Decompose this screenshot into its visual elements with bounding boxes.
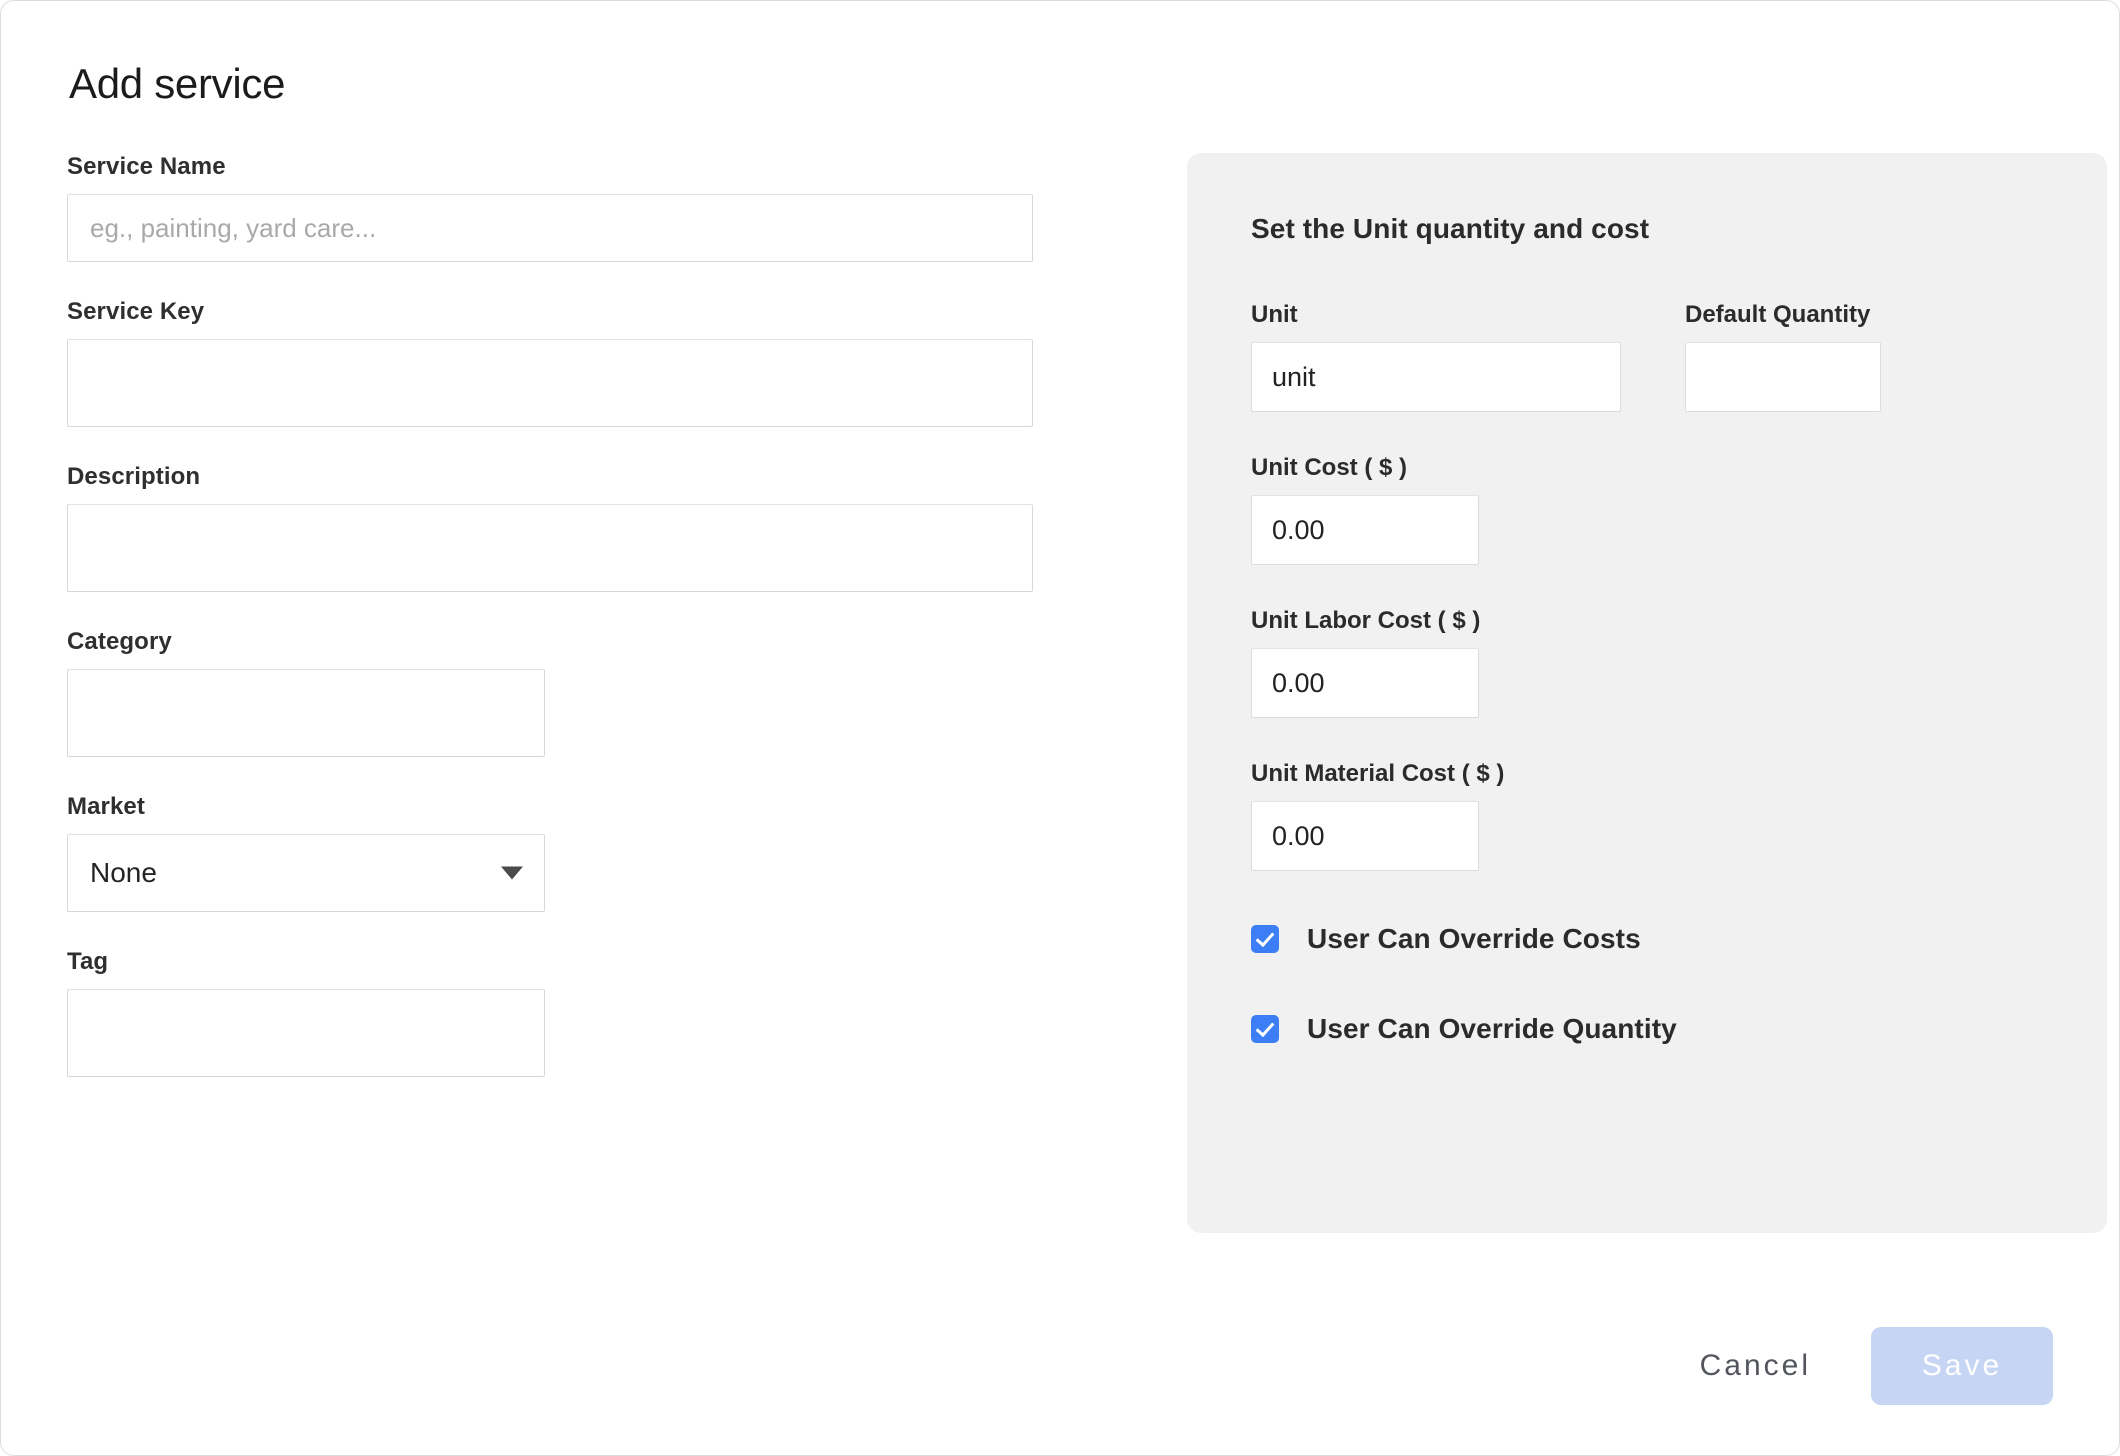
default-quantity-label: Default Quantity [1685,301,1871,329]
field-market: Market None [67,793,1127,913]
cancel-button[interactable]: Cancel [1696,1339,1815,1393]
unit-material-cost-input[interactable] [1251,801,1479,872]
field-unit-cost: Unit Cost ( $ ) [1251,454,2043,566]
unit-cost-input[interactable] [1251,495,1479,566]
checkbox-row-override-quantity[interactable]: User Can Override Quantity [1251,1013,2043,1045]
unit-labor-cost-input[interactable] [1251,648,1479,719]
service-name-input[interactable] [67,194,1033,263]
category-input[interactable] [67,669,545,758]
dialog-footer: Cancel Save [1696,1327,2053,1405]
field-category: Category [67,628,1127,758]
checkbox-row-override-costs[interactable]: User Can Override Costs [1251,923,2043,955]
category-label: Category [67,628,172,656]
unit-quantity-cost-panel: Set the Unit quantity and cost Unit Defa… [1187,153,2107,1234]
market-select-value[interactable]: None [67,834,545,913]
market-select[interactable]: None [67,834,545,913]
tag-label: Tag [67,948,109,976]
checkbox-user-can-override-quantity[interactable] [1251,1015,1279,1044]
description-label: Description [67,463,201,491]
market-label: Market [67,793,145,821]
unit-input[interactable] [1251,342,1621,413]
field-unit: Unit [1251,301,1621,413]
field-unit-material-cost: Unit Material Cost ( $ ) [1251,760,2043,872]
tag-input[interactable] [67,989,545,1078]
unit-labor-cost-label: Unit Labor Cost ( $ ) [1251,607,1481,635]
checkbox-label-user-can-override-costs[interactable]: User Can Override Costs [1307,923,1641,955]
checkbox-label-user-can-override-quantity[interactable]: User Can Override Quantity [1307,1013,1677,1045]
checkbox-user-can-override-costs[interactable] [1251,925,1279,954]
service-key-input[interactable] [67,339,1033,428]
unit-cost-column: Set the Unit quantity and cost Unit Defa… [1127,153,2107,1234]
field-default-quantity: Default Quantity [1685,301,1881,413]
save-button[interactable]: Save [1871,1327,2053,1405]
unit-label: Unit [1251,301,1298,329]
panel-heading: Set the Unit quantity and cost [1251,213,1650,245]
field-unit-labor-cost: Unit Labor Cost ( $ ) [1251,607,2043,719]
field-service-key: Service Key [67,298,1127,428]
service-name-label: Service Name [67,153,226,181]
dialog-content: Add service Service Name Service Key Des… [1,1,2119,1455]
dialog-body: Service Name Service Key Description Cat… [67,153,2107,1234]
description-input[interactable] [67,504,1033,593]
unit-cost-label: Unit Cost ( $ ) [1251,454,1407,482]
service-details-column: Service Name Service Key Description Cat… [67,153,1127,1113]
field-service-name: Service Name [67,153,1127,263]
default-quantity-input[interactable] [1685,342,1881,413]
field-tag: Tag [67,948,1127,1078]
field-description: Description [67,463,1127,593]
page-title: Add service [69,60,286,107]
add-service-dialog: Add service Service Name Service Key Des… [0,0,2120,1456]
unit-material-cost-label: Unit Material Cost ( $ ) [1251,760,1505,788]
service-key-label: Service Key [67,298,205,326]
unit-quantity-row: Unit Default Quantity [1251,301,2043,413]
